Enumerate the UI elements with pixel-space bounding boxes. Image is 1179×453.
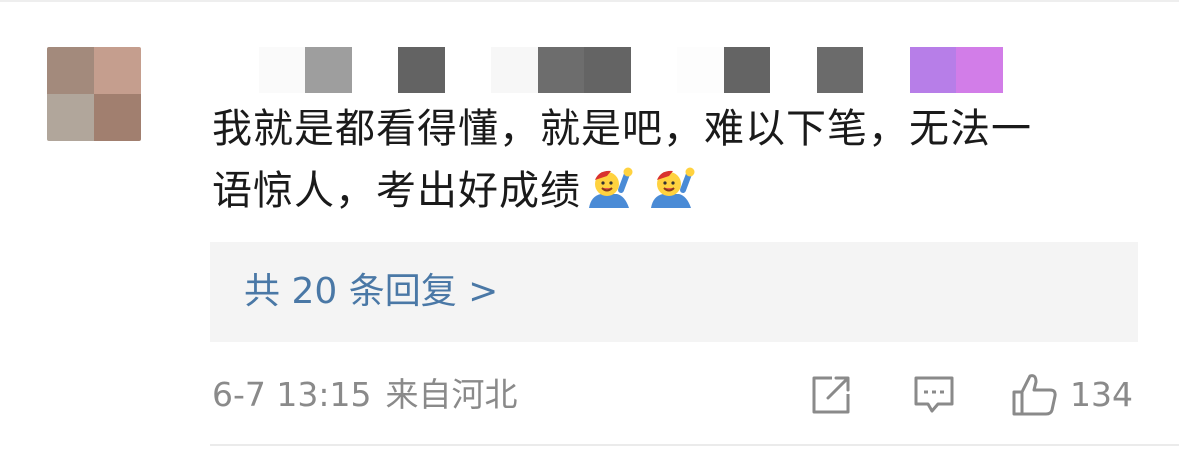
username-mosaic-block: [212, 47, 259, 93]
username-mosaic-block: [863, 47, 910, 93]
username-mosaic-block: [770, 47, 817, 93]
username-mosaic-block: [305, 47, 352, 93]
avatar-pixel: [47, 94, 94, 141]
username-mosaic-block: [630, 47, 678, 93]
thumbs-up-icon: [1010, 372, 1060, 418]
cheering-person-emoji: [585, 166, 635, 212]
share-icon: [806, 372, 854, 418]
comment-button[interactable]: [910, 372, 958, 418]
comment-location: 来自河北: [385, 375, 518, 414]
comment-text-line1: 我就是都看得懂，就是吧，难以下笔，无法一: [212, 106, 1032, 152]
username-mosaic-block: [491, 47, 538, 93]
avatar-pixel: [47, 47, 94, 94]
username-mosaic-block: [956, 47, 1003, 93]
view-replies-link[interactable]: 共 20 条回复 >: [244, 270, 498, 314]
avatar[interactable]: [47, 47, 141, 141]
comment-icon: [910, 372, 958, 418]
username-redacted[interactable]: [212, 47, 1003, 93]
username-mosaic-block: [444, 47, 492, 93]
username-mosaic-block: [909, 47, 957, 93]
comment-meta: 6-7 13:15 来自河北: [212, 372, 518, 418]
username-mosaic-block: [537, 47, 585, 93]
cheering-person-emoji: [647, 166, 697, 212]
avatar-pixel: [94, 94, 141, 141]
username-mosaic-block: [398, 47, 445, 93]
like-count: 134: [1070, 375, 1133, 414]
username-mosaic-block: [584, 47, 631, 93]
bottom-divider: [210, 444, 1179, 446]
comment-date: 6-7 13:15: [212, 375, 372, 414]
username-mosaic-block: [351, 47, 399, 93]
username-mosaic-block: [677, 47, 724, 93]
comment-text-line2: 语惊人，考出好成绩: [212, 168, 581, 214]
like-button[interactable]: 134: [1010, 372, 1133, 418]
username-mosaic-block: [723, 47, 771, 93]
username-mosaic-block: [816, 47, 864, 93]
share-button[interactable]: [806, 372, 854, 418]
username-mosaic-block: [258, 47, 306, 93]
comment-text: 我就是都看得懂，就是吧，难以下笔，无法一 语惊人，考出好成绩: [212, 98, 1152, 222]
replies-panel[interactable]: 共 20 条回复 >: [210, 242, 1138, 342]
top-divider: [0, 0, 1179, 2]
avatar-pixel: [94, 47, 141, 94]
